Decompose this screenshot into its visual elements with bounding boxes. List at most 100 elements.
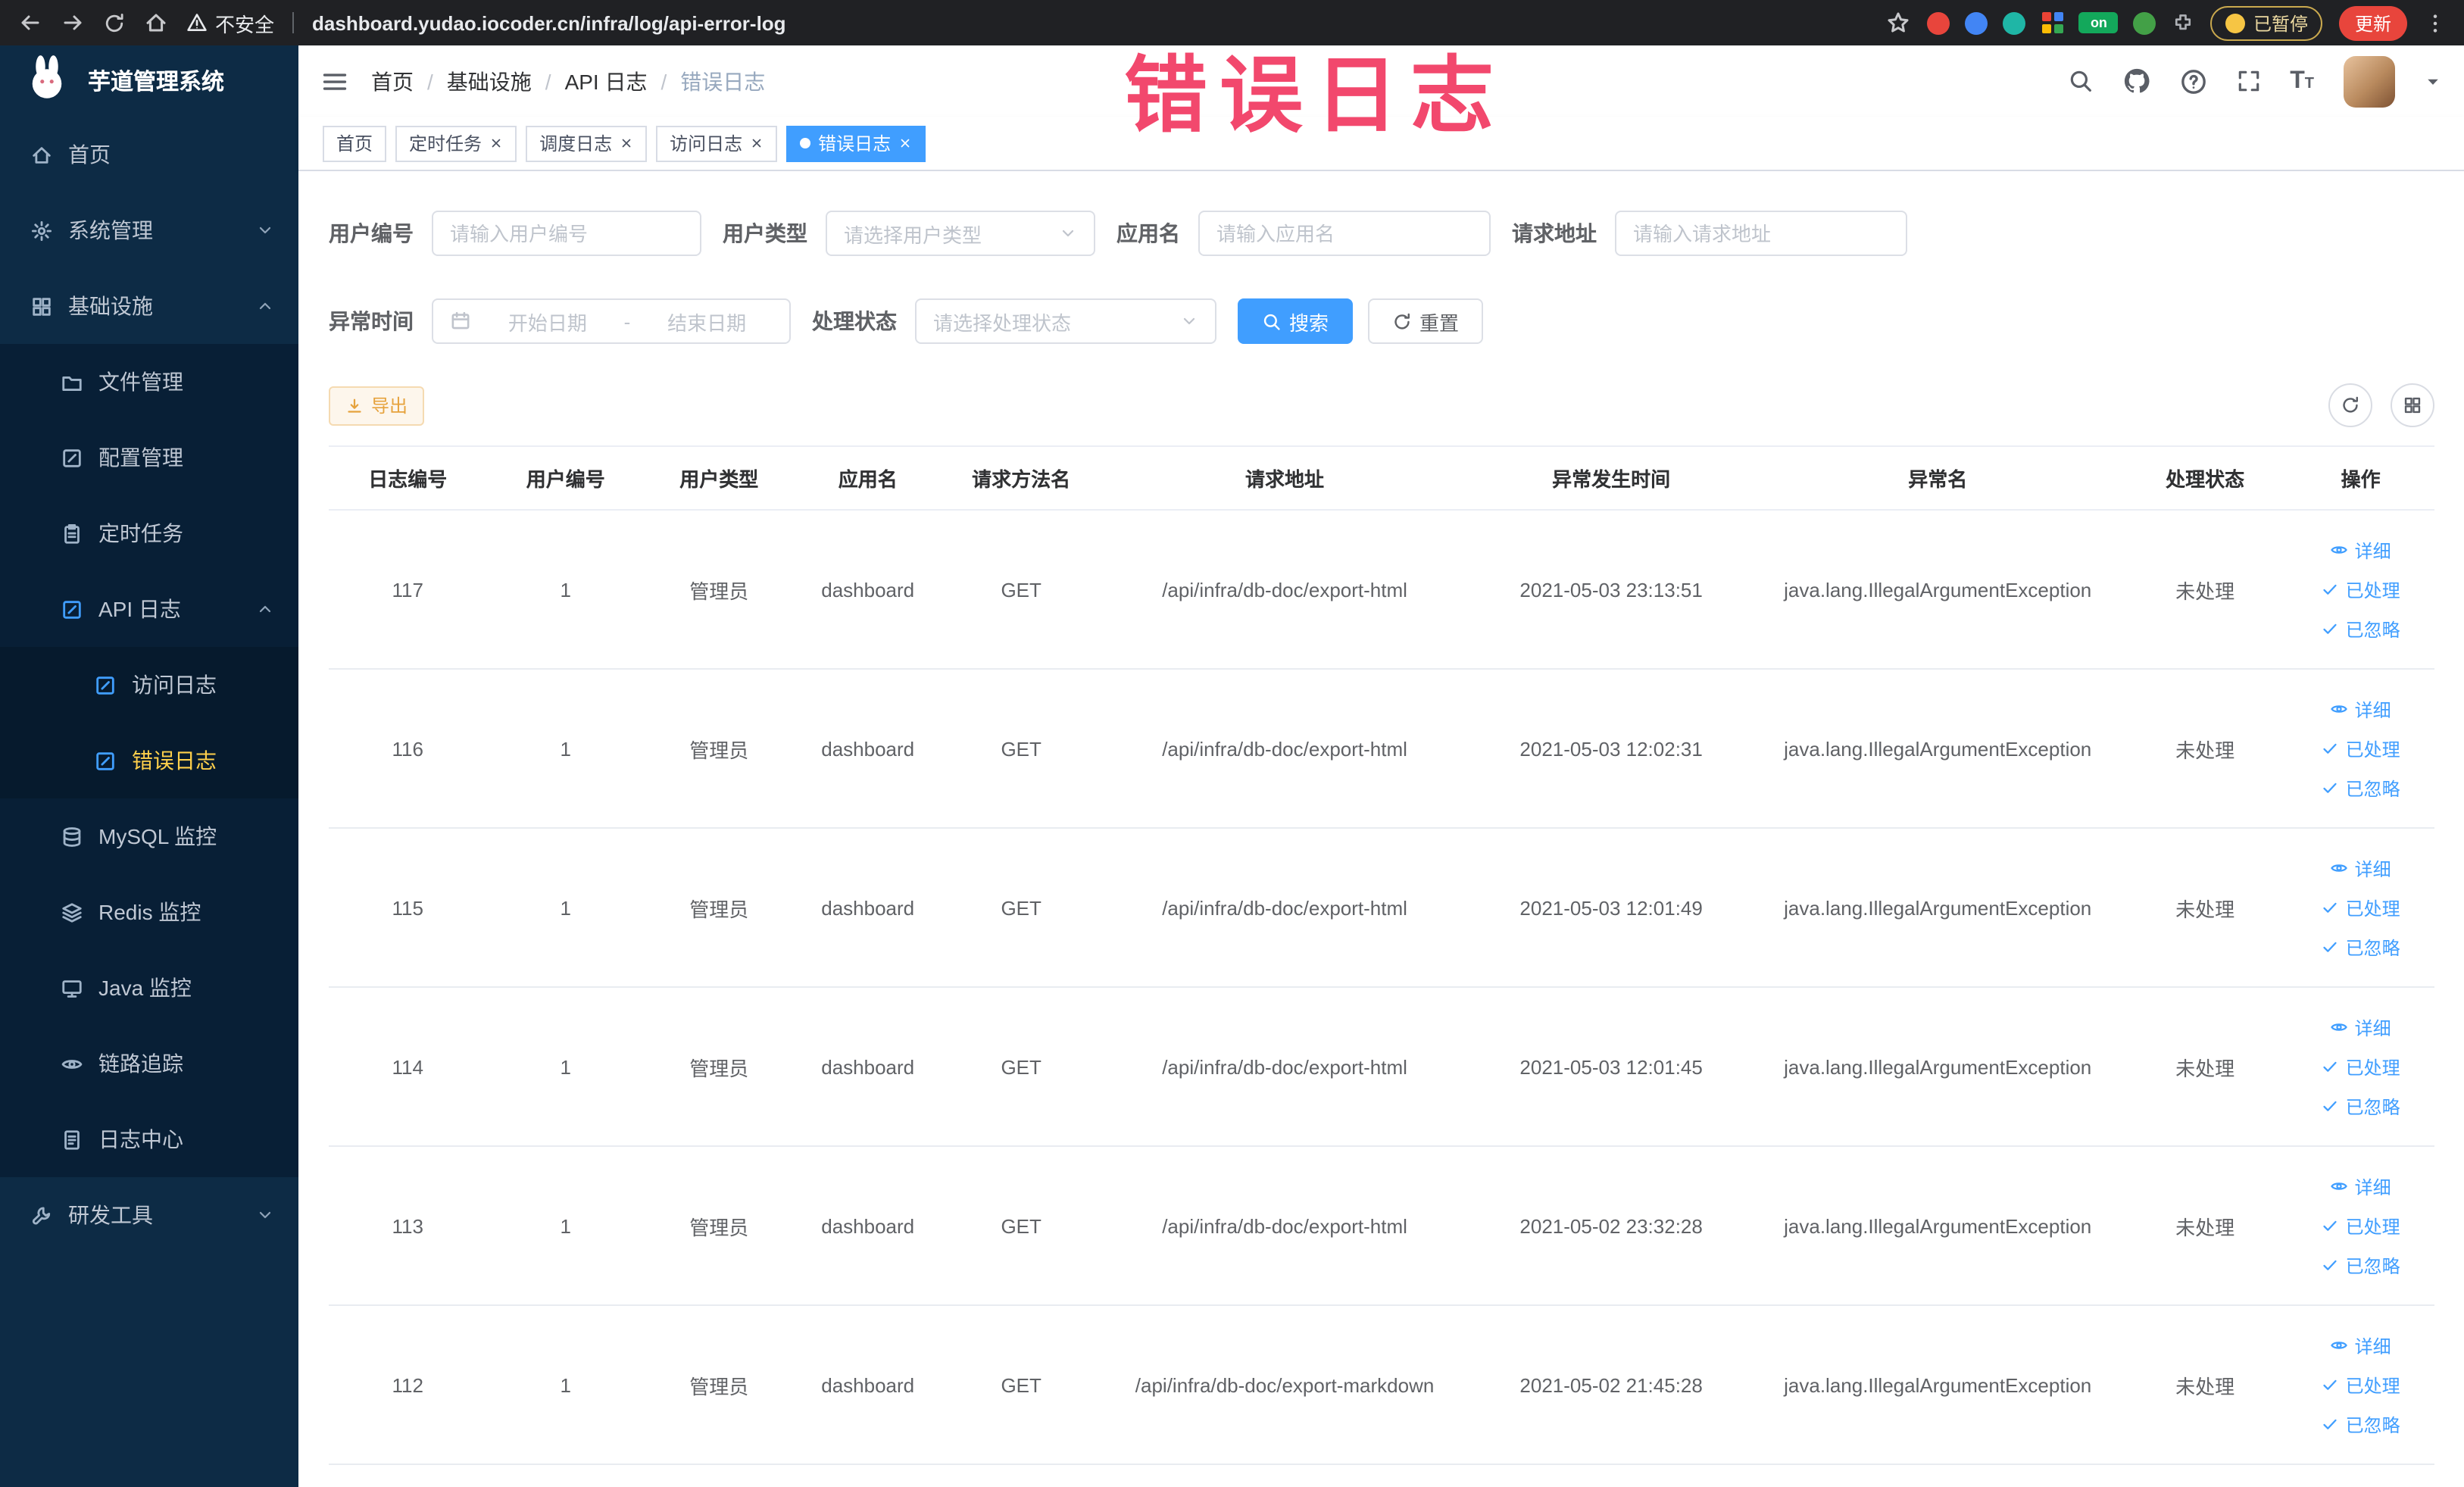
mark-ignored-link[interactable]: 已忽略 bbox=[2294, 927, 2428, 967]
cell-url: /api/infra/db-doc/export-html bbox=[1100, 510, 1469, 670]
detail-link[interactable]: 详细 bbox=[2294, 530, 2428, 570]
sidebar-item[interactable]: 访问日志 bbox=[0, 647, 298, 723]
search-icon[interactable] bbox=[2067, 68, 2093, 94]
sidebar-item[interactable]: 错误日志 bbox=[0, 723, 298, 798]
home-button-icon[interactable] bbox=[144, 11, 168, 35]
extension-icon[interactable] bbox=[1927, 11, 1950, 34]
sidebar-item[interactable]: 系统管理 bbox=[0, 192, 298, 268]
mark-ignored-link[interactable]: 已忽略 bbox=[2294, 768, 2428, 808]
cell-id: 113 bbox=[329, 1146, 487, 1306]
check-icon bbox=[2322, 779, 2340, 797]
detail-link[interactable]: 详细 bbox=[2294, 1167, 2428, 1206]
extension-icon[interactable] bbox=[2172, 11, 2194, 34]
github-icon[interactable] bbox=[2122, 67, 2150, 95]
sidebar-item-label: 首页 bbox=[68, 142, 111, 167]
column-header: 处理状态 bbox=[2122, 445, 2288, 511]
sidebar-item[interactable]: 日志中心 bbox=[0, 1101, 298, 1177]
app-logo[interactable]: 芋道管理系统 bbox=[0, 45, 298, 117]
app-name-input[interactable] bbox=[1198, 211, 1491, 256]
extension-icon[interactable] bbox=[2133, 11, 2156, 34]
detail-link[interactable]: 详细 bbox=[2294, 689, 2428, 729]
mark-ignored-link[interactable]: 已忽略 bbox=[2294, 609, 2428, 648]
detail-link[interactable]: 详细 bbox=[2294, 848, 2428, 888]
extension-icon[interactable] bbox=[1965, 11, 1988, 34]
mark-processed-link[interactable]: 已处理 bbox=[2294, 1206, 2428, 1245]
help-icon[interactable] bbox=[2179, 67, 2206, 95]
extension-icon[interactable] bbox=[2003, 11, 2026, 34]
mark-processed-link[interactable]: 已处理 bbox=[2294, 1047, 2428, 1086]
header-actions: TT bbox=[2067, 55, 2441, 107]
mark-processed-link[interactable]: 已处理 bbox=[2294, 729, 2428, 768]
sidebar-item[interactable]: 基础设施 bbox=[0, 268, 298, 344]
filter-row-1: 用户编号 用户类型 请选择用户类型 应用名 bbox=[329, 211, 2434, 256]
paused-badge[interactable]: 已暂停 bbox=[2210, 5, 2323, 40]
request-url-input[interactable] bbox=[1615, 211, 1907, 256]
sidebar-item[interactable]: 配置管理 bbox=[0, 420, 298, 495]
cell-time: 2021-05-03 12:01:45 bbox=[1469, 987, 1754, 1147]
caret-down-icon[interactable] bbox=[2423, 72, 2441, 90]
cell-status: 未处理 bbox=[2122, 669, 2288, 829]
search-button[interactable]: 搜索 bbox=[1238, 298, 1354, 344]
breadcrumb-item[interactable]: 首页 bbox=[371, 66, 414, 96]
sidebar-item[interactable]: 文件管理 bbox=[0, 344, 298, 420]
detail-link[interactable]: 详细 bbox=[2294, 1326, 2428, 1365]
sidebar-toggle-icon[interactable] bbox=[321, 67, 348, 95]
forward-icon[interactable] bbox=[61, 11, 85, 35]
active-tab-dot bbox=[800, 138, 811, 148]
export-button[interactable]: 导出 bbox=[329, 386, 425, 425]
sidebar-item[interactable]: 研发工具 bbox=[0, 1177, 298, 1253]
view-tab[interactable]: 错误日志 bbox=[786, 125, 926, 161]
close-tab-icon[interactable] bbox=[489, 136, 503, 150]
font-size-icon[interactable]: TT bbox=[2290, 67, 2314, 95]
sidebar-item[interactable]: Java 监控 bbox=[0, 950, 298, 1026]
logo-rabbit-icon bbox=[21, 52, 73, 111]
sidebar-item[interactable]: 定时任务 bbox=[0, 495, 298, 571]
bookmark-star-icon[interactable] bbox=[1887, 11, 1911, 35]
user-type-placeholder: 请选择用户类型 bbox=[844, 223, 982, 246]
reset-button[interactable]: 重置 bbox=[1368, 298, 1484, 344]
sidebar-item[interactable]: 首页 bbox=[0, 117, 298, 192]
sidebar-item[interactable]: API 日志 bbox=[0, 571, 298, 647]
process-status-select[interactable]: 请选择处理状态 bbox=[915, 298, 1216, 344]
fullscreen-icon[interactable] bbox=[2235, 68, 2261, 94]
close-tab-icon[interactable] bbox=[620, 136, 633, 150]
exception-time-range[interactable]: 开始日期 - 结束日期 bbox=[432, 298, 791, 344]
user-type-select[interactable]: 请选择用户类型 bbox=[826, 211, 1095, 256]
close-tab-icon[interactable] bbox=[898, 136, 912, 150]
detail-link[interactable]: 详细 bbox=[2294, 1007, 2428, 1047]
breadcrumb-item[interactable]: API 日志 bbox=[565, 66, 648, 96]
view-tab[interactable]: 首页 bbox=[323, 125, 387, 161]
sidebar-item[interactable]: 链路追踪 bbox=[0, 1026, 298, 1101]
update-button[interactable]: 更新 bbox=[2339, 5, 2406, 40]
view-tab[interactable]: 定时任务 bbox=[395, 125, 517, 161]
mark-processed-link[interactable]: 已处理 bbox=[2294, 888, 2428, 927]
view-tab[interactable]: 访问日志 bbox=[656, 125, 778, 161]
process-status-label: 处理状态 bbox=[812, 309, 897, 333]
reload-icon[interactable] bbox=[103, 11, 126, 34]
table-row: 114 1 管理员 dashboard GET/api/infra/db-doc/exp… bbox=[329, 987, 2434, 1147]
breadcrumb-item[interactable]: 基础设施 bbox=[447, 66, 532, 96]
extension-icon[interactable]: on bbox=[2078, 12, 2119, 33]
sidebar-item[interactable]: Redis 监控 bbox=[0, 874, 298, 950]
sidebar-item[interactable]: MySQL 监控 bbox=[0, 798, 298, 874]
mark-processed-link[interactable]: 已处理 bbox=[2294, 570, 2428, 609]
mark-ignored-link[interactable]: 已忽略 bbox=[2294, 1404, 2428, 1444]
close-tab-icon[interactable] bbox=[750, 136, 764, 150]
extension-icon[interactable] bbox=[2041, 11, 2064, 34]
security-chip[interactable]: 不安全 bbox=[186, 8, 274, 37]
mark-ignored-link[interactable]: 已忽略 bbox=[2294, 1086, 2428, 1126]
back-icon[interactable] bbox=[18, 11, 42, 35]
layers-icon bbox=[61, 901, 83, 923]
view-tab[interactable]: 调度日志 bbox=[526, 125, 648, 161]
user-avatar[interactable] bbox=[2343, 55, 2394, 107]
refresh-list-button[interactable] bbox=[2328, 383, 2372, 427]
column-settings-button[interactable] bbox=[2390, 383, 2434, 427]
browser-menu-icon[interactable] bbox=[2423, 11, 2446, 34]
check-icon bbox=[2322, 739, 2340, 758]
mark-processed-link[interactable]: 已处理 bbox=[2294, 1365, 2428, 1404]
action-label: 已忽略 bbox=[2345, 1096, 2400, 1117]
url-text[interactable]: dashboard.yudao.iocoder.cn/infra/log/api… bbox=[312, 11, 786, 34]
user-id-input[interactable] bbox=[432, 211, 701, 256]
edit-icon bbox=[61, 446, 83, 469]
mark-ignored-link[interactable]: 已忽略 bbox=[2294, 1245, 2428, 1285]
